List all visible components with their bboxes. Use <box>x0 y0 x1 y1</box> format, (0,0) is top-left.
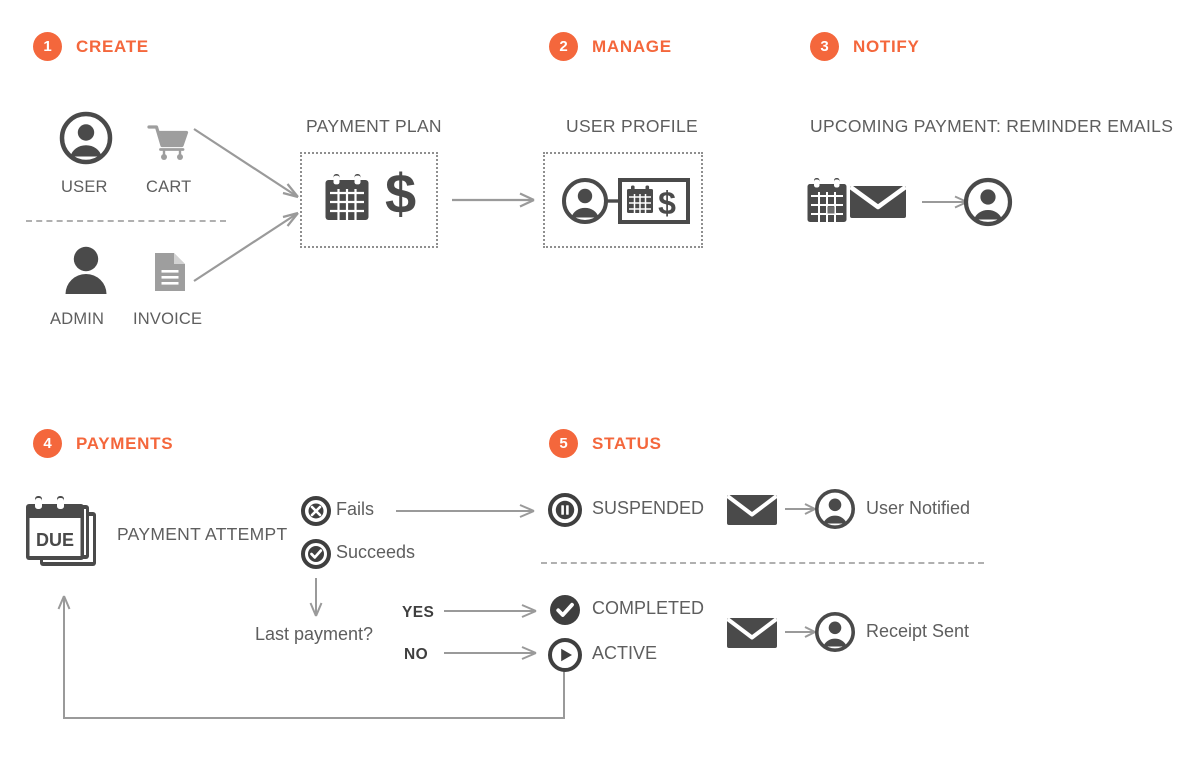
diagram-canvas: 1 CREATE USER CART ADMIN INVOICE PAYMENT… <box>0 0 1193 765</box>
section-number-badge: 2 <box>549 32 578 61</box>
play-circle-icon <box>548 638 582 672</box>
pause-circle-icon <box>548 493 582 527</box>
user-profile-title: USER PROFILE <box>566 116 698 136</box>
section-header-status: 5 STATUS <box>549 429 662 458</box>
actor-label-invoice: INVOICE <box>133 310 203 328</box>
shopping-cart-icon <box>147 124 190 164</box>
invoice-document-icon <box>155 253 185 291</box>
outcome-label-succeeds: Succeeds <box>336 542 416 562</box>
arrow-fails-to-suspended-icon <box>396 501 542 521</box>
calendar-icon <box>324 174 370 222</box>
section-number-badge: 3 <box>810 32 839 61</box>
section-header-create: 1 CREATE <box>33 32 149 61</box>
envelope-icon <box>849 182 907 222</box>
circle-check-icon <box>301 539 331 569</box>
payment-attempt-label: PAYMENT ATTEMPT <box>117 524 288 544</box>
payment-plan-title: PAYMENT PLAN <box>306 116 442 136</box>
section-title: NOTIFY <box>853 36 920 56</box>
check-circle-filled-icon <box>548 593 582 627</box>
section-title: PAYMENTS <box>76 433 174 453</box>
status-label-active: ACTIVE <box>592 643 658 663</box>
status-user-circle-icon-suspended <box>814 488 856 530</box>
status-envelope-icon-suspended <box>726 492 778 528</box>
feedback-loop-arrow-icon <box>55 588 575 734</box>
section-number-badge: 5 <box>549 429 578 458</box>
notify-calendar-icon <box>806 178 848 224</box>
arrow-plan-to-profile-icon <box>452 190 542 210</box>
notify-recipient-user-circle-icon <box>963 177 1013 227</box>
profile-composite-icon: $ <box>562 178 690 224</box>
status-notification-suspended: User Notified <box>866 498 971 518</box>
due-calendar-stack-icon: DUE <box>26 496 102 572</box>
status-divider <box>541 562 984 564</box>
arrow-cart-to-plan-icon <box>190 125 310 205</box>
admin-person-icon <box>64 246 108 294</box>
section-header-payments: 4 PAYMENTS <box>33 429 173 458</box>
outcome-label-fails: Fails <box>336 499 375 519</box>
actor-label-admin: ADMIN <box>50 310 105 328</box>
dollar-sign-icon: $ <box>385 162 417 225</box>
status-user-circle-icon-completed <box>814 611 856 653</box>
status-notification-completed: Receipt Sent <box>866 621 970 641</box>
status-label-completed: COMPLETED <box>592 598 705 618</box>
section-number-badge: 4 <box>33 429 62 458</box>
actor-label-user: USER <box>61 178 108 196</box>
section-header-manage: 2 MANAGE <box>549 32 672 61</box>
arrow-invoice-to-plan-icon <box>190 205 310 285</box>
notify-headline: UPCOMING PAYMENT: REMINDER EMAILS <box>810 116 1174 136</box>
actor-label-cart: CART <box>146 178 192 196</box>
svg-text:$: $ <box>658 185 676 221</box>
user-circle-icon <box>59 111 113 165</box>
section-title: CREATE <box>76 36 149 56</box>
section-header-notify: 3 NOTIFY <box>810 32 920 61</box>
section-title: MANAGE <box>592 36 672 56</box>
due-label: DUE <box>36 530 74 550</box>
status-label-suspended: SUSPENDED <box>592 498 705 518</box>
status-envelope-icon-completed <box>726 615 778 651</box>
circle-x-icon <box>301 496 331 526</box>
section-title: STATUS <box>592 433 662 453</box>
section-number-badge: 1 <box>33 32 62 61</box>
